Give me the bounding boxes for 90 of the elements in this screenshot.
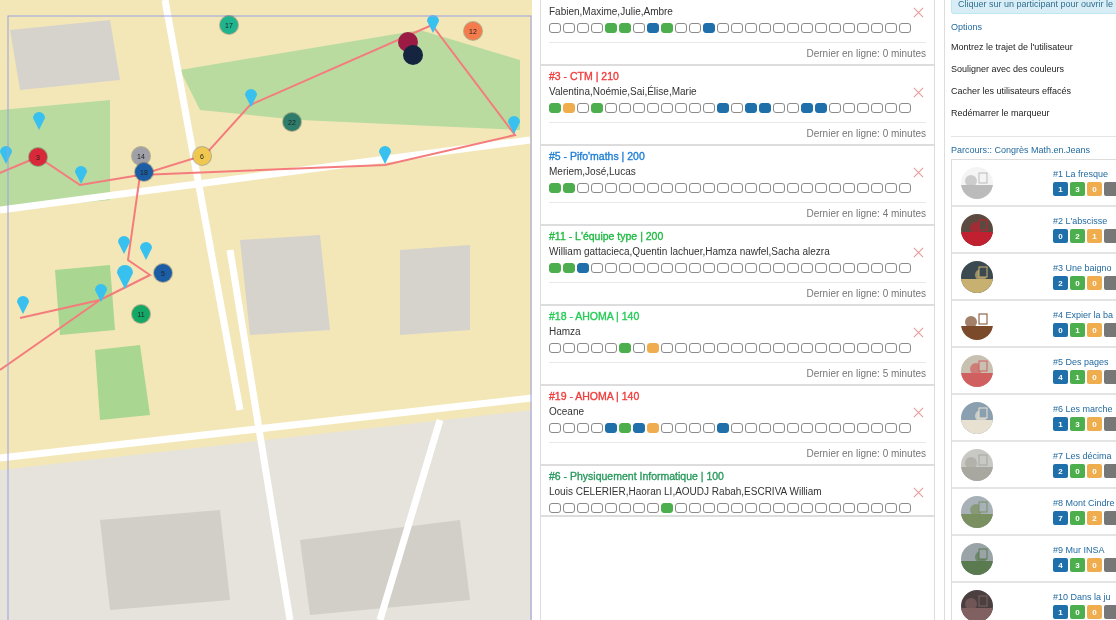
count-badge: 1 <box>1053 417 1068 431</box>
count-badge: 3 <box>1070 182 1085 196</box>
count-badge: 2 <box>1070 229 1085 243</box>
route-step-title[interactable]: #1 La fresque <box>1053 169 1116 179</box>
route-step[interactable]: #9 Mur INSA 4 3 0 <box>952 536 1116 583</box>
count-badge: 3 <box>1070 417 1085 431</box>
route-step-title[interactable]: #8 Mont Cindre <box>1053 498 1116 508</box>
count-badge: 4 <box>1053 370 1068 384</box>
route-step-title[interactable]: #7 Les décima <box>1053 451 1116 461</box>
count-badge: 7 <box>1053 511 1068 525</box>
count-badge: 2 <box>1053 276 1068 290</box>
count-badge: 2 <box>1053 464 1068 478</box>
route-step[interactable]: #10 Dans la ju 1 0 0 <box>952 583 1116 620</box>
route-step-title[interactable]: #6 Les marche <box>1053 404 1116 414</box>
close-icon[interactable] <box>913 86 924 98</box>
options-heading: Options <box>951 22 984 32</box>
team-card[interactable]: #18 - AHOMA | 140 Hamza Dernier en ligne: 5 minutes <box>541 306 934 386</box>
route-step-title[interactable]: #2 L'abscisse <box>1053 216 1116 226</box>
route-step-title[interactable]: #4 Expier la ba <box>1053 310 1116 320</box>
route-step[interactable]: #4 Expier la ba 0 1 0 <box>952 301 1116 348</box>
count-badge: 0 <box>1053 229 1068 243</box>
last-seen-text: Dernier en ligne: 0 minutes <box>805 287 926 301</box>
route-step[interactable]: #7 Les décima 2 0 0 <box>952 442 1116 489</box>
count-badge: 2 <box>1087 511 1102 525</box>
team-card[interactable]: #6 - Physiquement Informatique | 100 Louis CELERIER,Haoran LI,AOUDJ Rabah,ESCRIVA William <box>541 466 934 517</box>
team-members: Valentina,Noémie,Sai,Élise,Marie <box>549 85 697 99</box>
last-seen-text: Dernier en ligne: 0 minutes <box>805 47 926 61</box>
option-link[interactable]: Montrez le trajet de l'utilisateur <box>951 36 1116 58</box>
option-link[interactable]: Redémarrer le marqueur <box>951 102 1116 124</box>
team-title: #3 - CTM | 210 <box>549 69 619 83</box>
last-seen-text: Dernier en ligne: 0 minutes <box>805 127 926 141</box>
info-alert: Cliquer sur un participant pour ouvrir le <box>951 0 1116 14</box>
count-badge: 3 <box>1070 558 1085 572</box>
route-step[interactable]: #6 Les marche 1 3 0 <box>952 395 1116 442</box>
route-step-title[interactable]: #10 Dans la ju <box>1053 592 1116 602</box>
count-badge: 0 <box>1087 605 1102 619</box>
last-seen-text: Dernier en ligne: 5 minutes <box>805 367 926 381</box>
count-badge: 4 <box>1053 558 1068 572</box>
close-icon[interactable] <box>913 406 924 418</box>
count-badge: 0 <box>1087 323 1102 337</box>
route-step[interactable]: #3 Une baigno 2 0 0 <box>952 254 1116 301</box>
team-title: #11 - L'équipe type | 200 <box>549 229 664 243</box>
route-step[interactable]: #8 Mont Cindre 7 0 2 <box>952 489 1116 536</box>
count-badge: 1 <box>1053 605 1068 619</box>
count-badge: 0 <box>1087 182 1102 196</box>
count-badge: 0 <box>1070 276 1085 290</box>
close-icon[interactable] <box>913 166 924 178</box>
count-badge: 1 <box>1070 370 1085 384</box>
team-title: #18 - AHOMA | 140 <box>549 309 640 323</box>
option-link[interactable]: Cacher les utilisateurs effacés <box>951 80 1116 102</box>
team-card[interactable]: #3 - CTM | 210 Valentina,Noémie,Sai,Élise,Marie Dernier en ligne: 0 minutes <box>541 66 934 146</box>
team-title: #19 - AHOMA | 140 <box>549 389 640 403</box>
route-step-title[interactable]: #5 Des pages <box>1053 357 1116 367</box>
route-step[interactable]: #5 Des pages 4 1 0 <box>952 348 1116 395</box>
route-heading: Parcours:: Congrès Math.en.Jeans <box>951 145 1092 155</box>
team-members: William gattacieca,Quentin lachuer,Hamza nawfel,Sacha alezra <box>549 245 830 259</box>
close-icon[interactable] <box>913 326 924 338</box>
count-badge: 0 <box>1087 276 1102 290</box>
last-seen-text: Dernier en ligne: 0 minutes <box>805 447 926 461</box>
team-title: #5 - Pifo'maths | 200 <box>549 149 645 163</box>
count-badge: 0 <box>1070 511 1085 525</box>
team-card[interactable]: #5 - Pifo'maths | 200 Meriem,José,Lucas Dernier en ligne: 4 minutes <box>541 146 934 226</box>
route-step-title[interactable]: #9 Mur INSA <box>1053 545 1116 555</box>
team-members: Fabien,Maxime,Julie,Ambre <box>549 5 673 19</box>
route-step[interactable]: #2 L'abscisse 0 2 1 <box>952 207 1116 254</box>
team-card[interactable]: #19 - AHOMA | 140 Oceane Dernier en ligne: 0 minutes <box>541 386 934 466</box>
close-icon[interactable] <box>913 486 924 498</box>
team-members: Louis CELERIER,Haoran LI,AOUDJ Rabah,ESCRIVA William <box>549 485 822 499</box>
close-icon[interactable] <box>913 6 924 18</box>
team-members: Oceane <box>549 405 585 419</box>
count-badge: 0 <box>1087 417 1102 431</box>
team-members: Meriem,José,Lucas <box>549 165 636 179</box>
team-card[interactable]: Fabien,Maxime,Julie,Ambre Dernier en ligne: 0 minutes <box>541 0 934 66</box>
close-icon[interactable] <box>913 246 924 258</box>
count-badge: 1 <box>1053 182 1068 196</box>
option-link[interactable]: Souligner avec des couleurs <box>951 58 1116 80</box>
count-badge: 0 <box>1053 323 1068 337</box>
count-badge: 0 <box>1087 370 1102 384</box>
team-card[interactable]: #11 - L'équipe type | 200 William gattacieca,Quentin lachuer,Hamza nawfel,Sacha alezra Dernier en ligne: 0 minutes <box>541 226 934 306</box>
count-badge: 1 <box>1087 229 1102 243</box>
count-badge: 0 <box>1087 558 1102 572</box>
route-step-title[interactable]: #3 Une baigno <box>1053 263 1116 273</box>
count-badge: 1 <box>1070 323 1085 337</box>
count-badge: 0 <box>1087 464 1102 478</box>
route-step[interactable]: #1 La fresque 1 3 0 <box>952 160 1116 207</box>
team-title: #6 - Physiquement Informatique | 100 <box>549 469 724 483</box>
team-members: Hamza <box>549 325 581 339</box>
last-seen-text: Dernier en ligne: 4 minutes <box>805 207 926 221</box>
count-badge: 0 <box>1070 605 1085 619</box>
count-badge: 0 <box>1070 464 1085 478</box>
